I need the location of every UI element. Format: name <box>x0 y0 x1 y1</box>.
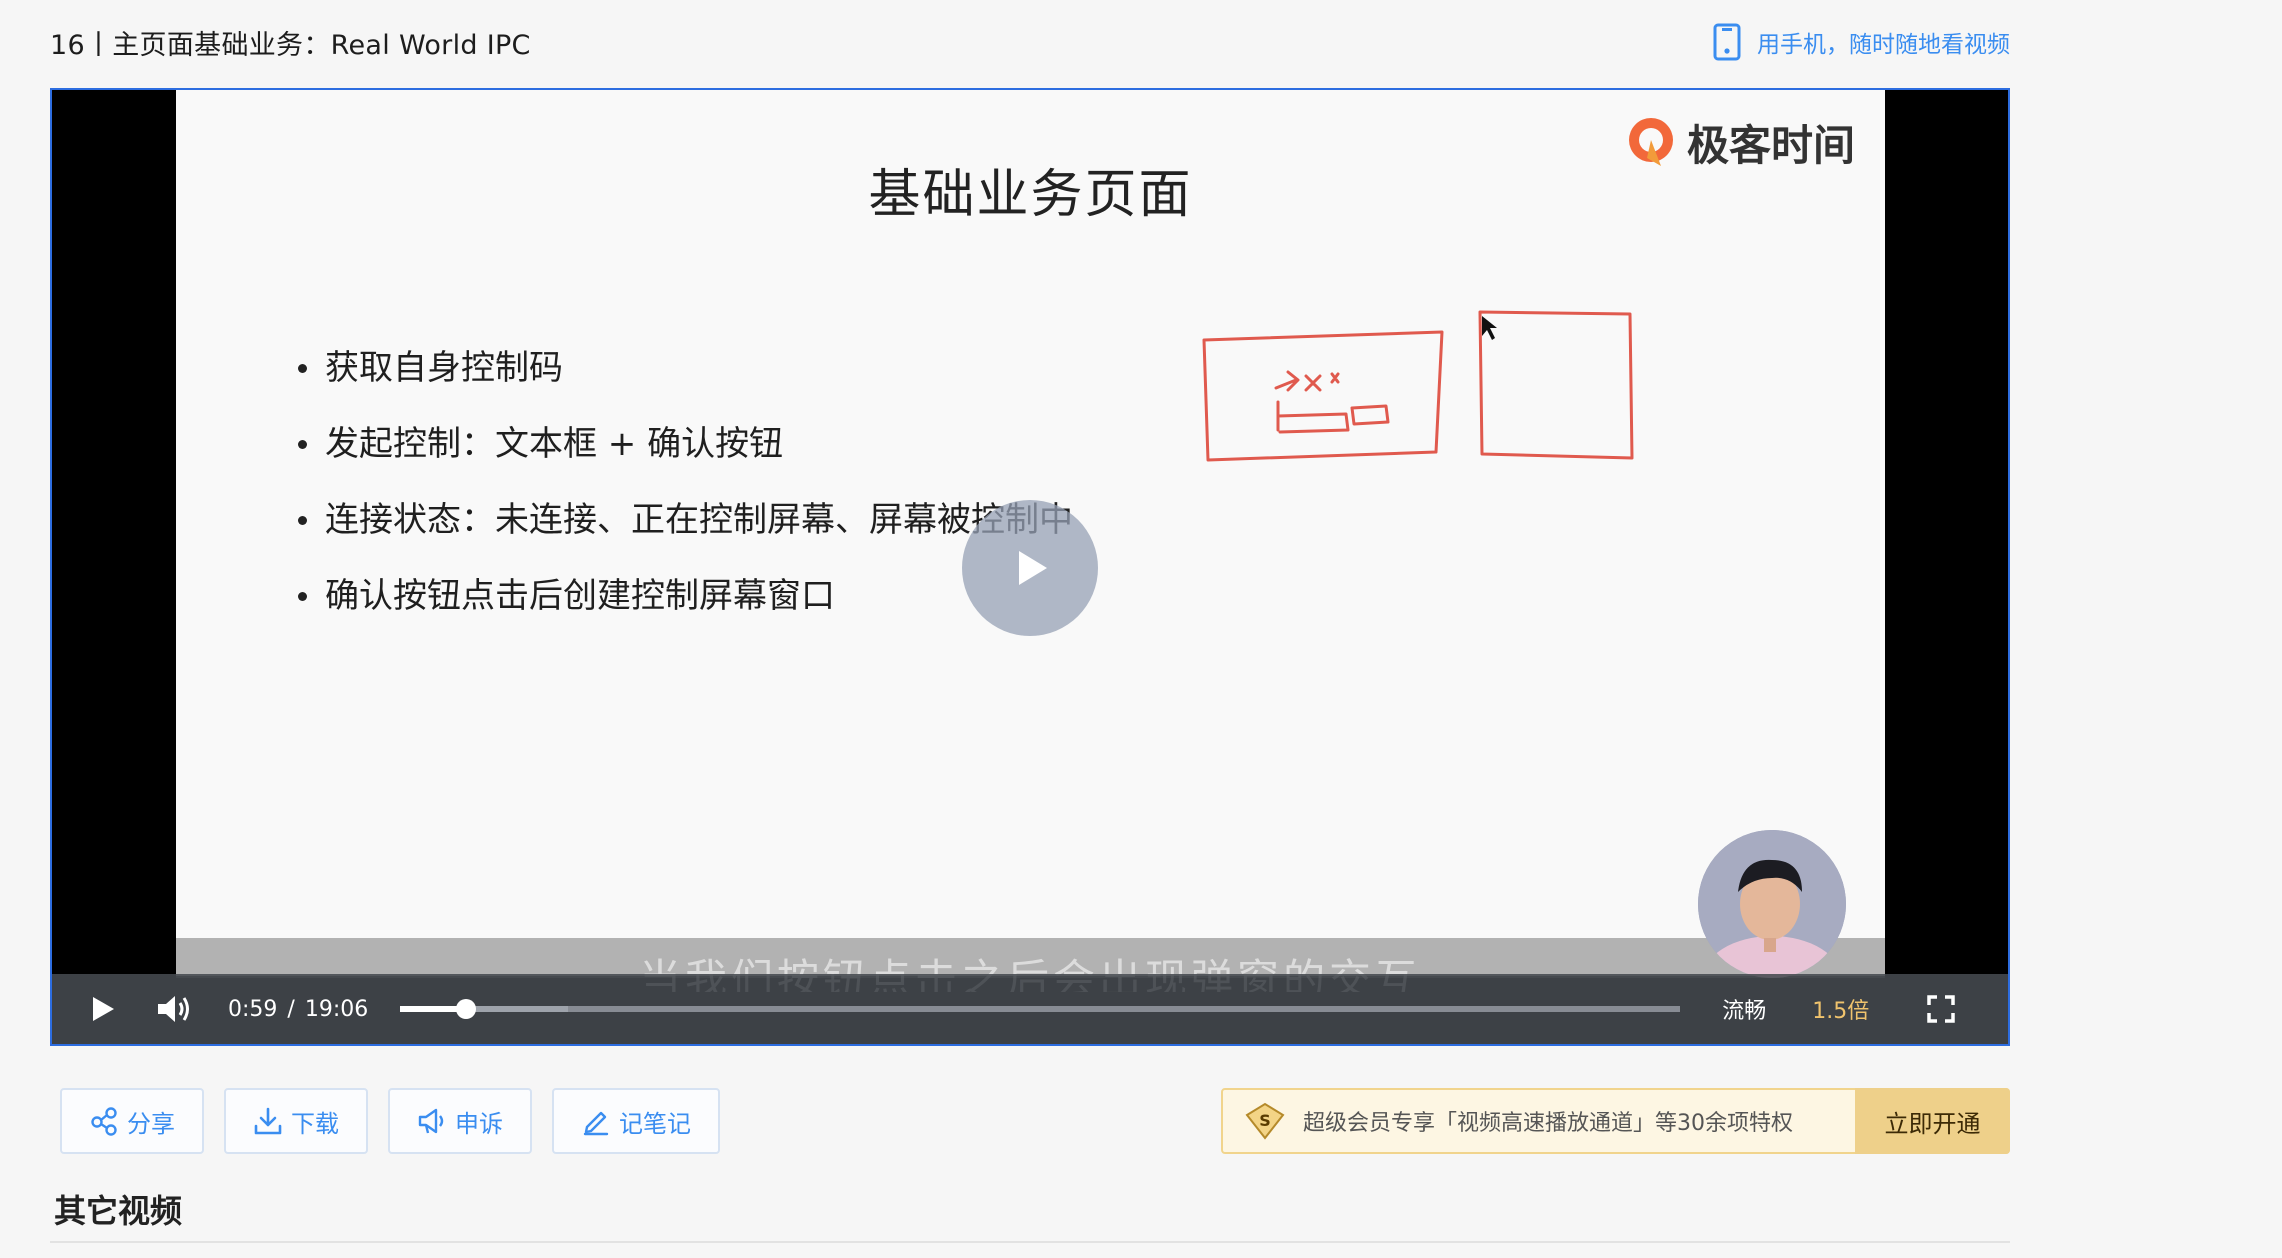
slide-bullet: 发起控制：文本框 + 确认按钮 <box>298 406 1073 482</box>
play-icon <box>1019 551 1047 585</box>
share-icon <box>91 1107 117 1136</box>
speed-selector[interactable]: 1.5倍 <box>1812 993 1869 1025</box>
vip-diamond-icon: S <box>1245 1102 1285 1140</box>
download-label: 下载 <box>291 1109 339 1138</box>
vip-description: 超级会员专享「视频高速播放通道」等30余项特权 <box>1303 1111 1793 1136</box>
slide-bullet: 获取自身控制码 <box>298 330 1073 406</box>
slide-bullet: 确认按钮点击后创建控制屏幕窗口 <box>298 558 1073 634</box>
notes-button[interactable]: 记笔记 <box>552 1088 720 1154</box>
volume-icon <box>158 996 189 1022</box>
progress-handle[interactable] <box>456 999 477 1019</box>
volume-button[interactable] <box>150 984 200 1034</box>
vip-banner: S 超级会员专享「视频高速播放通道」等30余项特权 立即开通 <box>1221 1088 2010 1154</box>
whiteboard-sketch <box>1202 310 1634 462</box>
instructor-avatar <box>1698 830 1846 978</box>
mobile-watch-link[interactable]: 用手机，随时随地看视频 <box>1713 23 2010 61</box>
download-icon <box>254 1107 282 1135</box>
pencil-icon <box>583 1111 609 1136</box>
fullscreen-button[interactable] <box>1921 989 1961 1029</box>
complain-label: 申诉 <box>455 1109 503 1138</box>
fullscreen-icon <box>1927 995 1955 1023</box>
video-actions: 分享 下载 申诉 记笔记 <box>60 1088 720 1154</box>
brand-name: 极客时间 <box>1686 121 1855 170</box>
player-controls: 0:59 / 19:06 流畅 1.5倍 <box>52 974 2008 1044</box>
play-icon <box>93 997 114 1021</box>
notes-label: 记笔记 <box>619 1109 691 1138</box>
mobile-watch-label: 用手机，随时随地看视频 <box>1757 32 2010 58</box>
complain-button[interactable]: 申诉 <box>388 1088 532 1154</box>
instructor-camera <box>1698 830 1846 978</box>
share-button[interactable]: 分享 <box>60 1088 204 1154</box>
section-divider <box>50 1241 2010 1243</box>
video-page: 16丨主页面基础业务：Real World IPC 用手机，随时随地看视频 基础… <box>0 0 2282 1258</box>
share-label: 分享 <box>127 1109 175 1138</box>
big-play-button[interactable] <box>962 500 1098 636</box>
current-time: 0:59 <box>228 996 278 1022</box>
phone-icon <box>1713 23 1741 61</box>
video-player[interactable]: 基础业务页面 极客时间 获取自身控制码 发起控制：文本框 + 确认按钮 连接状态… <box>50 88 2010 1046</box>
geektime-logo-icon <box>1628 117 1673 166</box>
brand-logo: 极客时间 <box>1625 112 1855 173</box>
svg-text:S: S <box>1259 1111 1271 1130</box>
other-videos-title: 其它视频 <box>54 1192 183 1230</box>
video-title: 16丨主页面基础业务：Real World IPC <box>50 29 531 61</box>
quality-selector[interactable]: 流畅 <box>1722 993 1766 1025</box>
play-button[interactable] <box>78 984 128 1034</box>
slide-bullet: 连接状态：未连接、正在控制屏幕、屏幕被控制中 <box>298 482 1073 558</box>
duration: 19:06 <box>304 996 369 1022</box>
slide-bullets: 获取自身控制码 发起控制：文本框 + 确认按钮 连接状态：未连接、正在控制屏幕、… <box>298 330 1073 634</box>
time-display: 0:59 / 19:06 <box>228 997 368 1022</box>
vip-subscribe-button[interactable]: 立即开通 <box>1855 1088 2010 1154</box>
megaphone-icon <box>418 1108 444 1134</box>
progress-bar[interactable] <box>400 999 1681 1019</box>
download-button[interactable]: 下载 <box>224 1088 368 1154</box>
page-header: 16丨主页面基础业务：Real World IPC 用手机，随时随地看视频 <box>50 22 2010 62</box>
time-separator: / <box>287 996 295 1022</box>
